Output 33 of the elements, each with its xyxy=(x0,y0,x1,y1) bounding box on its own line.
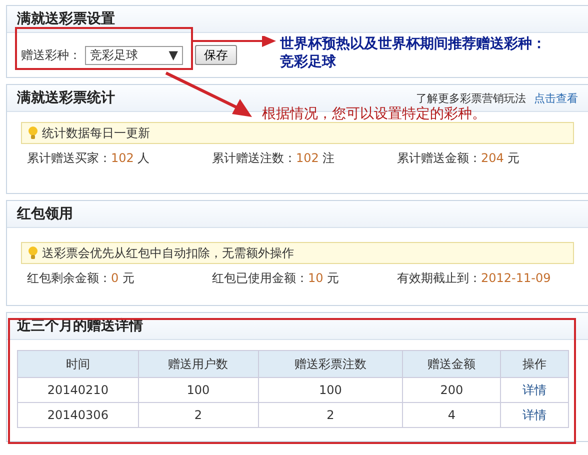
stat-text: 红包剩余金额：0 元 xyxy=(27,270,136,287)
table-cell: 20140306 xyxy=(18,402,138,428)
table-cell: 2 xyxy=(138,402,258,428)
column-header: 时间 xyxy=(18,350,138,378)
section-title: 满就送彩票统计 xyxy=(17,89,115,107)
lottery-select[interactable]: 竞彩足球 ▼ xyxy=(85,46,183,64)
stat-text: 累计赠送注数：102 注 xyxy=(212,150,336,167)
column-header: 操作 xyxy=(500,350,568,378)
field-label: 赠送彩种： xyxy=(21,46,81,64)
table-cell: 2 xyxy=(258,402,403,428)
stat-text: 累计赠送买家：102 人 xyxy=(27,150,151,167)
stat-text: 累计赠送金额：204 元 xyxy=(397,150,521,167)
column-header: 赠送金额 xyxy=(402,350,501,378)
column-header: 赠送用户数 xyxy=(138,350,258,378)
stat-text: 有效期截止到：2012-11-09 xyxy=(397,270,552,287)
section-title: 红包领用 xyxy=(17,205,73,223)
stat-text: 红包已使用金额：10 元 xyxy=(212,270,340,287)
lightbulb-icon xyxy=(28,246,38,260)
table-cell: 200 xyxy=(402,378,501,402)
table-cell: 20140210 xyxy=(18,378,138,402)
lightbulb-icon xyxy=(28,126,38,140)
table-cell: 100 xyxy=(138,378,258,402)
annotation-text: 根据情况，您可以设置特定的彩种。 xyxy=(262,106,486,124)
tip-text: 统计数据每日一更新 xyxy=(42,124,150,142)
annotation-text: 世界杯预热以及世界杯期间推荐赠送彩种：竞彩足球 xyxy=(280,36,547,71)
promo-text: 了解更多彩票营销玩法 xyxy=(416,90,526,106)
view-link[interactable]: 点击查看 xyxy=(534,90,578,106)
column-header: 赠送彩票注数 xyxy=(258,350,403,378)
section-title: 满就送彩票设置 xyxy=(17,10,115,28)
table-cell: 100 xyxy=(258,378,403,402)
save-button[interactable]: 保存 xyxy=(195,45,237,65)
tip-text: 送彩票会优先从红包中自动扣除，无需额外操作 xyxy=(42,244,294,262)
table-cell: 4 xyxy=(402,402,501,428)
